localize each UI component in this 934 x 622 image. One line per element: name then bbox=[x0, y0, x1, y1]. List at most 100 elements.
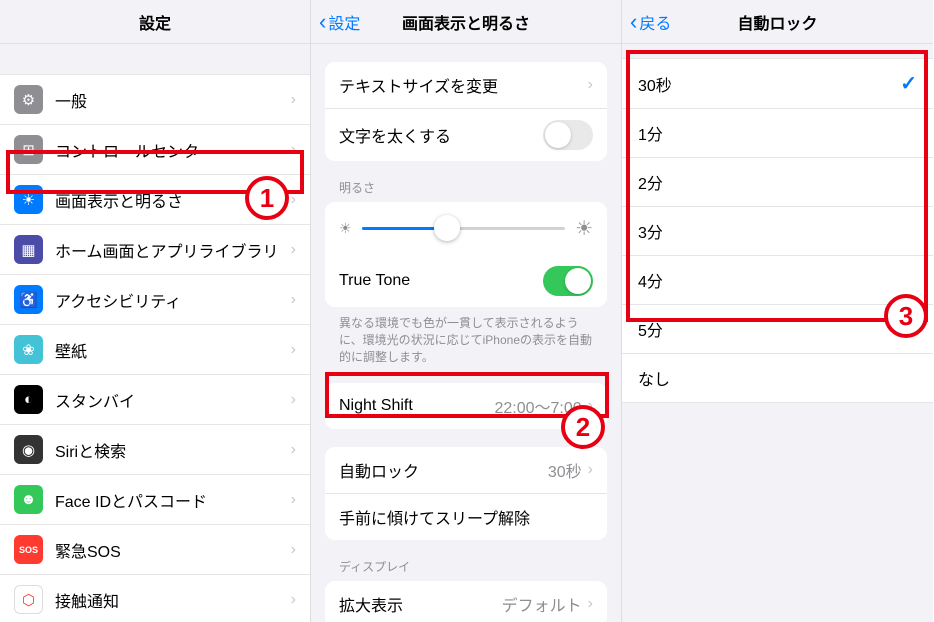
option-label: 1分 bbox=[638, 121, 917, 145]
item9-icon: SOS bbox=[14, 535, 43, 564]
autolock-option-4[interactable]: 4分 bbox=[622, 256, 933, 305]
item1-icon: ⊞ bbox=[14, 135, 43, 164]
display-brightness-panel: ‹ 設定 画面表示と明るさ テキストサイズを変更 › 文字を太くする 明るさ ☀ bbox=[311, 0, 622, 622]
true-tone-toggle[interactable] bbox=[543, 266, 593, 296]
true-tone-desc: 異なる環境でも色が一貫して表示されるように、環境光の状況に応じてiPhoneの表… bbox=[311, 307, 621, 365]
settings-row-item1[interactable]: ⊞ コントロールセンター› bbox=[0, 125, 310, 175]
item10-icon: ⬡ bbox=[14, 585, 43, 614]
night-shift-label: Night Shift bbox=[339, 397, 494, 415]
chevron-right-icon: › bbox=[291, 241, 296, 259]
true-tone-label: True Tone bbox=[339, 272, 543, 290]
settings-row-item7[interactable]: ◉Siriと検索› bbox=[0, 425, 310, 475]
back-button-settings[interactable]: ‹ 設定 bbox=[319, 9, 360, 35]
chevron-right-icon: › bbox=[291, 341, 296, 359]
zoom-row[interactable]: 拡大表示 デフォルト › bbox=[325, 581, 607, 622]
badge-1: 1 bbox=[245, 176, 289, 220]
panel1-title: 設定 bbox=[139, 10, 171, 34]
settings-row-item4[interactable]: ♿ アクセシビリティ› bbox=[0, 275, 310, 325]
autolock-option-2[interactable]: 2分 bbox=[622, 158, 933, 207]
true-tone-row[interactable]: True Tone bbox=[325, 255, 607, 307]
item6-icon: ◐ bbox=[14, 385, 43, 414]
raise-to-wake-label: 手前に傾けてスリープ解除 bbox=[339, 505, 593, 529]
chevron-right-icon: › bbox=[291, 591, 296, 609]
checkmark-icon: ✓ bbox=[900, 71, 917, 96]
settings-row-item8[interactable]: ☻ Face IDとパスコード› bbox=[0, 475, 310, 525]
sun-small-icon: ☀ bbox=[339, 220, 352, 237]
row-label: 一般 bbox=[55, 88, 291, 112]
chevron-right-icon: › bbox=[588, 595, 593, 613]
panel1-content[interactable]: ⚙一般›⊞コントロールセンター›☀画面表示と明るさ›▦ホーム画面とアプリライブラ… bbox=[0, 44, 310, 622]
chevron-right-icon: › bbox=[291, 541, 296, 559]
row-label: 緊急SOS bbox=[55, 538, 291, 562]
item0-icon: ⚙ bbox=[14, 85, 43, 114]
auto-lock-row[interactable]: 自動ロック 30秒 › bbox=[325, 447, 607, 494]
chevron-right-icon: › bbox=[291, 441, 296, 459]
badge-3: 3 bbox=[884, 294, 928, 338]
zoom-value: デフォルト bbox=[502, 592, 582, 616]
item8-icon: ☻ bbox=[14, 485, 43, 514]
settings-row-item10[interactable]: ⬡ 接触通知› bbox=[0, 575, 310, 622]
settings-main-panel: 設定 ⚙一般›⊞コントロールセンター›☀画面表示と明るさ›▦ホーム画面とアプリラ… bbox=[0, 0, 311, 622]
settings-row-item3[interactable]: ▦ホーム画面とアプリライブラリ› bbox=[0, 225, 310, 275]
text-size-row[interactable]: テキストサイズを変更 › bbox=[325, 62, 607, 109]
chevron-right-icon: › bbox=[291, 141, 296, 159]
row-label: 接触通知 bbox=[55, 588, 291, 612]
panel2-content[interactable]: テキストサイズを変更 › 文字を太くする 明るさ ☀ ☀ True Tone bbox=[311, 44, 621, 622]
autolock-option-6[interactable]: なし bbox=[622, 354, 933, 402]
raise-to-wake-row[interactable]: 手前に傾けてスリープ解除 bbox=[325, 494, 607, 540]
option-label: なし bbox=[638, 366, 917, 390]
auto-lock-value: 30秒 bbox=[548, 458, 582, 482]
settings-row-item6[interactable]: ◐ スタンバイ› bbox=[0, 375, 310, 425]
row-label: Face IDとパスコード bbox=[55, 488, 291, 512]
chevron-right-icon: › bbox=[291, 491, 296, 509]
brightness-slider-row: ☀ ☀ bbox=[325, 202, 607, 255]
chevron-right-icon: › bbox=[291, 91, 296, 109]
display-section-label: ディスプレイ bbox=[311, 540, 621, 581]
item5-icon: ❀ bbox=[14, 335, 43, 364]
option-label: 4分 bbox=[638, 268, 917, 292]
brightness-slider[interactable] bbox=[362, 227, 566, 230]
panel2-header: ‹ 設定 画面表示と明るさ bbox=[311, 0, 621, 44]
chevron-right-icon: › bbox=[588, 461, 593, 479]
settings-row-item9[interactable]: SOS 緊急SOS› bbox=[0, 525, 310, 575]
row-label: アクセシビリティ bbox=[55, 288, 291, 312]
chevron-right-icon: › bbox=[291, 391, 296, 409]
autolock-option-1[interactable]: 1分 bbox=[622, 109, 933, 158]
chevron-left-icon: ‹ bbox=[319, 9, 326, 35]
bold-text-label: 文字を太くする bbox=[339, 123, 543, 147]
text-size-label: テキストサイズを変更 bbox=[339, 73, 588, 97]
bold-text-row[interactable]: 文字を太くする bbox=[325, 109, 607, 161]
zoom-label: 拡大表示 bbox=[339, 592, 502, 616]
bold-text-toggle[interactable] bbox=[543, 120, 593, 150]
autolock-option-0[interactable]: 30秒✓ bbox=[622, 59, 933, 109]
auto-lock-label: 自動ロック bbox=[339, 458, 548, 482]
sun-large-icon: ☀ bbox=[575, 216, 593, 241]
chevron-left-icon: ‹ bbox=[630, 9, 637, 35]
back-button[interactable]: ‹ 戻る bbox=[630, 9, 671, 35]
item3-icon: ▦ bbox=[14, 235, 43, 264]
panel2-title: 画面表示と明るさ bbox=[402, 10, 530, 34]
autolock-option-3[interactable]: 3分 bbox=[622, 207, 933, 256]
option-label: 30秒 bbox=[638, 72, 900, 96]
chevron-right-icon: › bbox=[291, 191, 296, 209]
settings-row-item0[interactable]: ⚙ 一般› bbox=[0, 75, 310, 125]
item7-icon: ◉ bbox=[14, 435, 43, 464]
settings-row-item5[interactable]: ❀壁紙› bbox=[0, 325, 310, 375]
badge-2: 2 bbox=[561, 405, 605, 449]
auto-lock-panel: ‹ 戻る 自動ロック 30秒✓ 1分 2分 3分 4分 5分なし 3 bbox=[622, 0, 933, 622]
row-label: コントロールセンター bbox=[55, 138, 291, 162]
back-label: 設定 bbox=[328, 10, 360, 34]
back-label: 戻る bbox=[639, 10, 671, 34]
chevron-right-icon: › bbox=[588, 76, 593, 94]
panel3-header: ‹ 戻る 自動ロック bbox=[622, 0, 933, 44]
option-label: 5分 bbox=[638, 317, 917, 341]
panel1-header: 設定 bbox=[0, 0, 310, 44]
row-label: スタンバイ bbox=[55, 388, 291, 412]
item4-icon: ♿ bbox=[14, 285, 43, 314]
panel3-content[interactable]: 30秒✓ 1分 2分 3分 4分 5分なし bbox=[622, 44, 933, 622]
option-label: 3分 bbox=[638, 219, 917, 243]
panel3-title: 自動ロック bbox=[737, 10, 817, 34]
chevron-right-icon: › bbox=[291, 291, 296, 309]
item2-icon: ☀ bbox=[14, 185, 43, 214]
option-label: 2分 bbox=[638, 170, 917, 194]
